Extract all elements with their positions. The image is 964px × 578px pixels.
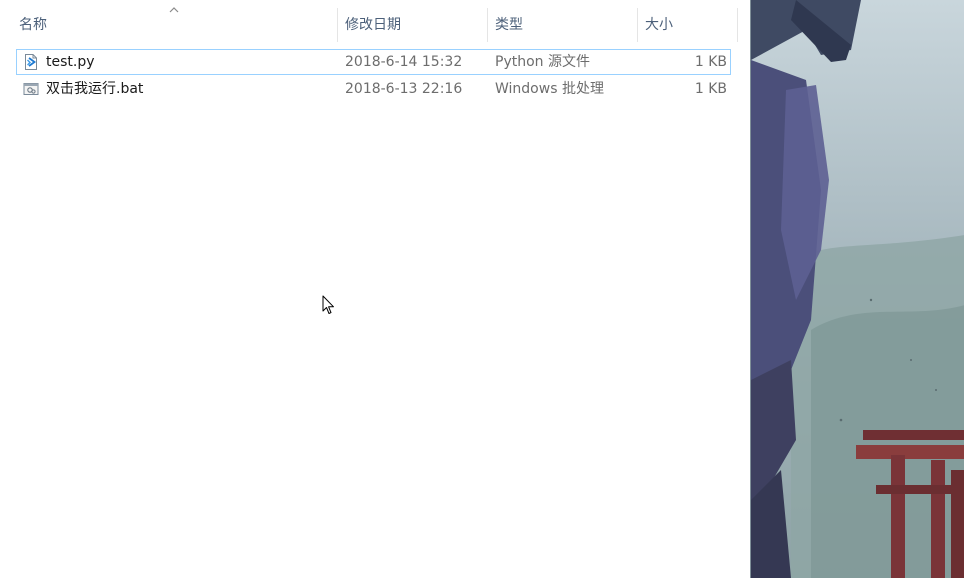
column-divider[interactable] [737, 8, 738, 42]
file-name: test.py [46, 54, 95, 70]
batch-file-icon [23, 83, 39, 95]
column-divider[interactable] [337, 8, 338, 42]
file-size: 1 KB [694, 81, 727, 97]
file-type: Python 源文件 [495, 54, 590, 70]
python-file-icon [25, 54, 37, 70]
file-modified-date: 2018-6-14 15:32 [345, 54, 463, 70]
column-header-modified[interactable]: 修改日期 [345, 0, 487, 48]
desktop-wallpaper [750, 0, 964, 578]
file-size: 1 KB [694, 54, 727, 70]
file-explorer-pane: 名称 修改日期 类型 大小 test.py 2018-6-14 15:32 Py… [0, 0, 750, 578]
mouse-cursor-icon [322, 295, 334, 314]
file-row[interactable]: test.py 2018-6-14 15:32 Python 源文件 1 KB [16, 49, 731, 75]
file-type: Windows 批处理 [495, 81, 604, 97]
column-header-type[interactable]: 类型 [495, 0, 637, 48]
column-divider[interactable] [637, 8, 638, 42]
file-name: 双击我运行.bat [46, 81, 144, 97]
column-header-size[interactable]: 大小 [645, 0, 737, 48]
file-row[interactable]: 双击我运行.bat 2018-6-13 22:16 Windows 批处理 1 … [16, 76, 731, 102]
file-modified-date: 2018-6-13 22:16 [345, 81, 463, 97]
column-header-bar: 名称 修改日期 类型 大小 [0, 0, 738, 48]
column-header-name[interactable]: 名称 [19, 0, 337, 48]
column-divider[interactable] [487, 8, 488, 42]
wallpaper-illustration [751, 0, 964, 578]
